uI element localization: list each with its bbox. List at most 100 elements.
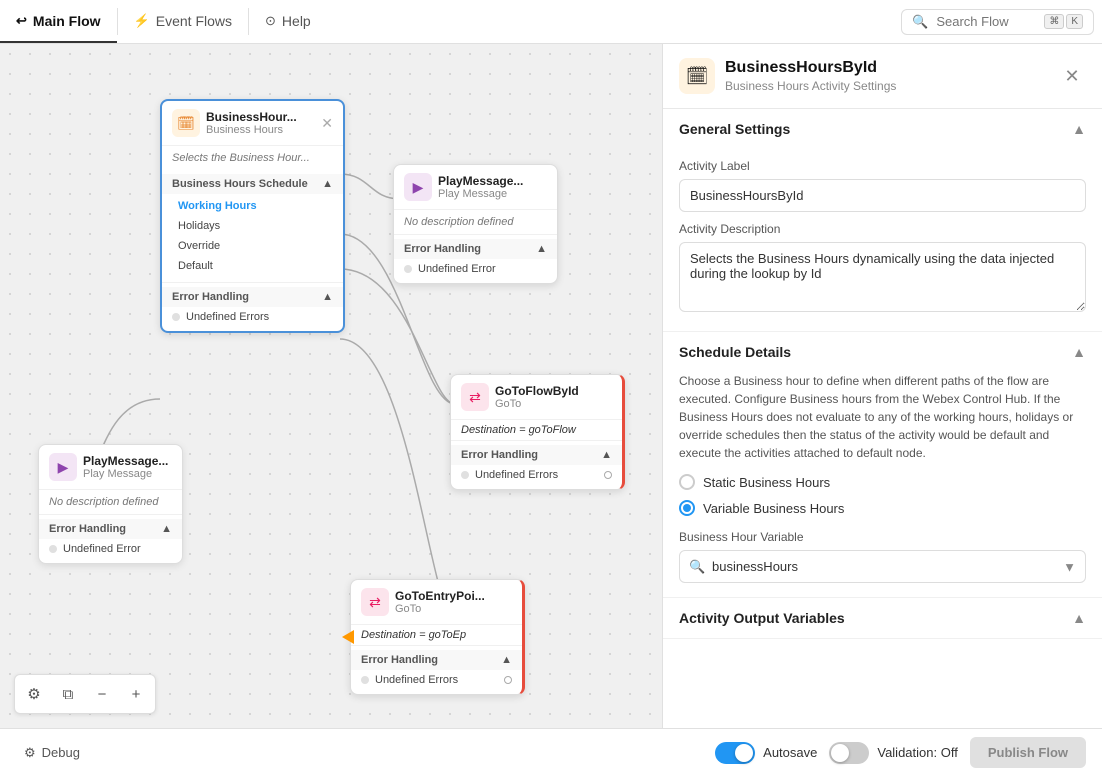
activity-output-section: Activity Output Variables ▲ (663, 598, 1102, 639)
close-icon[interactable]: ✕ (321, 115, 333, 132)
schedule-details-header[interactable]: Schedule Details ▲ (663, 332, 1102, 372)
bh-variable-select-wrapper: 🔍 businessHours ▼ (679, 550, 1086, 583)
top-navigation: ↩ Main Flow ⚡ Event Flows ⊙ Help 🔍 ⌘ K (0, 0, 1102, 44)
error-header-bh[interactable]: Error Handling ▲ (162, 287, 343, 307)
general-settings-header[interactable]: General Settings ▲ (663, 109, 1102, 149)
tab-event-flows[interactable]: ⚡ Event Flows (118, 0, 248, 43)
schedule-item-holidays[interactable]: Holidays (162, 216, 343, 236)
error-section-gf: Error Handling ▲ Undefined Errors (451, 440, 622, 489)
error-header-gep[interactable]: Error Handling ▲ (351, 650, 522, 670)
error-header[interactable]: Error Handling ▲ (39, 519, 182, 539)
zoom-in-button[interactable]: + (121, 679, 151, 709)
node-subtitle: Play Message (83, 468, 168, 480)
schedule-details-section: Schedule Details ▲ Choose a Business hou… (663, 332, 1102, 598)
activity-label-input[interactable] (679, 179, 1086, 212)
goto-flow-by-id-node[interactable]: ⇄ GoToFlowById GoTo Destination = goToFl… (450, 374, 625, 490)
error-dot-pm (404, 265, 412, 273)
kbd-k: K (1066, 14, 1083, 29)
chevron-up-error-icon: ▲ (322, 291, 333, 303)
schedule-header[interactable]: Business Hours Schedule ▲ (162, 174, 343, 194)
search-input[interactable] (936, 14, 1036, 29)
radio-variable-label: Variable Business Hours (703, 501, 844, 516)
node-icon-purple: ▶ (49, 453, 77, 481)
validation-toggle-group: Validation: Off (829, 742, 957, 764)
radio-static[interactable]: Static Business Hours (679, 474, 1086, 490)
node-desc: Selects the Business Hour... (162, 146, 343, 170)
tab-help[interactable]: ⊙ Help (249, 0, 327, 43)
error-header-gf[interactable]: Error Handling ▲ (451, 445, 622, 465)
bottom-bar: ⚙ Debug Autosave Validation: Off Publish… (0, 728, 1102, 776)
error-label: Error Handling (49, 523, 126, 535)
debug-label: Debug (42, 745, 80, 760)
select-chevron-down-icon: ▼ (1063, 559, 1076, 574)
schedule-item-working-hours[interactable]: Working Hours (162, 196, 343, 216)
node-desc: No description defined (39, 490, 182, 514)
flow-canvas[interactable]: ▶ PlayMessage... Play Message No descrip… (0, 44, 662, 728)
autosave-label: Autosave (763, 745, 817, 760)
node-title-gf: GoToFlowById (495, 384, 579, 398)
tab-main-flow[interactable]: ↩ Main Flow (0, 0, 117, 43)
help-label: Help (282, 13, 311, 29)
error-item-gf: Undefined Errors (451, 465, 622, 485)
nav-spacer (327, 0, 893, 43)
publish-flow-button[interactable]: Publish Flow (970, 737, 1086, 768)
general-settings-section: General Settings ▲ Activity Label Activi… (663, 109, 1102, 332)
autosave-toggle-thumb (735, 744, 753, 762)
node-title-group: PlayMessage... Play Message (83, 454, 168, 480)
error-header-pm[interactable]: Error Handling ▲ (394, 239, 557, 259)
debug-button[interactable]: ⚙ Debug (16, 741, 88, 765)
error-item-bh: Undefined Errors (162, 307, 343, 327)
autosave-toggle[interactable] (715, 742, 755, 764)
canvas-toolbar: ⚙ ⧉ − + (14, 674, 156, 714)
business-hours-node[interactable]: 🗓 BusinessHour... Business Hours ✕ Selec… (160, 99, 345, 333)
chevron-up-gep-icon: ▲ (501, 654, 512, 666)
event-flows-label: Event Flows (156, 13, 232, 29)
activity-output-header[interactable]: Activity Output Variables ▲ (663, 598, 1102, 638)
node-desc-pm: No description defined (394, 210, 557, 234)
zoom-out-icon: − (98, 686, 107, 703)
main-area: ▶ PlayMessage... Play Message No descrip… (0, 44, 1102, 728)
validation-toggle[interactable] (829, 742, 869, 764)
node-subtitle-pm: Play Message (438, 188, 523, 200)
schedule-item-default[interactable]: Default (162, 256, 343, 276)
settings-button[interactable]: ⚙ (19, 679, 49, 709)
panel-title-group: BusinessHoursById Business Hours Activit… (725, 59, 1048, 93)
schedule-item-override[interactable]: Override (162, 236, 343, 256)
chevron-up-general-icon: ▲ (1072, 121, 1086, 137)
error-item-label-gep: Undefined Errors (375, 674, 458, 686)
schedule-items: Working Hours Holidays Override Default (162, 194, 343, 278)
node-title-group-pm: PlayMessage... Play Message (438, 174, 523, 200)
error-item-label-pm: Undefined Error (418, 263, 496, 275)
chevron-up-output-icon: ▲ (1072, 610, 1086, 626)
general-settings-content: Activity Label Activity Description Sele… (663, 159, 1102, 331)
play-message-left-node[interactable]: ▶ PlayMessage... Play Message No descrip… (38, 444, 183, 564)
main-flow-label: Main Flow (33, 13, 101, 29)
goto-entry-point-node[interactable]: ⇄ GoToEntryPoi... GoTo Destination = goT… (350, 579, 525, 695)
copy-button[interactable]: ⧉ (53, 679, 83, 709)
node-title-group: BusinessHour... Business Hours (206, 110, 297, 136)
radio-variable[interactable]: Variable Business Hours (679, 500, 1086, 516)
error-section-pm: Error Handling ▲ Undefined Error (394, 234, 557, 283)
node-subtitle-gep: GoTo (395, 603, 485, 615)
panel-header: 🗓 BusinessHoursById Business Hours Activ… (663, 44, 1102, 109)
node-header-gf: ⇄ GoToFlowById GoTo (451, 375, 622, 420)
error-dot-gep (361, 676, 369, 684)
play-message-top-node[interactable]: ▶ PlayMessage... Play Message No descrip… (393, 164, 558, 284)
panel-close-button[interactable]: ✕ (1058, 62, 1086, 90)
search-bar[interactable]: 🔍 ⌘ K (901, 9, 1094, 35)
panel-body: General Settings ▲ Activity Label Activi… (663, 109, 1102, 728)
dest-value-gf: Destination = goToFlow (461, 424, 576, 436)
chevron-up-icon: ▲ (161, 523, 172, 535)
bh-variable-select[interactable]: businessHours (679, 550, 1086, 583)
error-label-pm: Error Handling (404, 243, 481, 255)
node-title-group-gep: GoToEntryPoi... GoTo (395, 589, 485, 615)
panel-subtitle: Business Hours Activity Settings (725, 79, 1048, 93)
copy-icon: ⧉ (63, 686, 74, 703)
zoom-out-button[interactable]: − (87, 679, 117, 709)
activity-desc-textarea[interactable]: Selects the Business Hours dynamically u… (679, 242, 1086, 312)
section-title-general: General Settings (679, 121, 790, 137)
panel-icon: 🗓 (679, 58, 715, 94)
node-icon-purple-pm: ▶ (404, 173, 432, 201)
node-icon-pink-gep: ⇄ (361, 588, 389, 616)
chevron-up-schedule-icon: ▲ (322, 178, 333, 190)
